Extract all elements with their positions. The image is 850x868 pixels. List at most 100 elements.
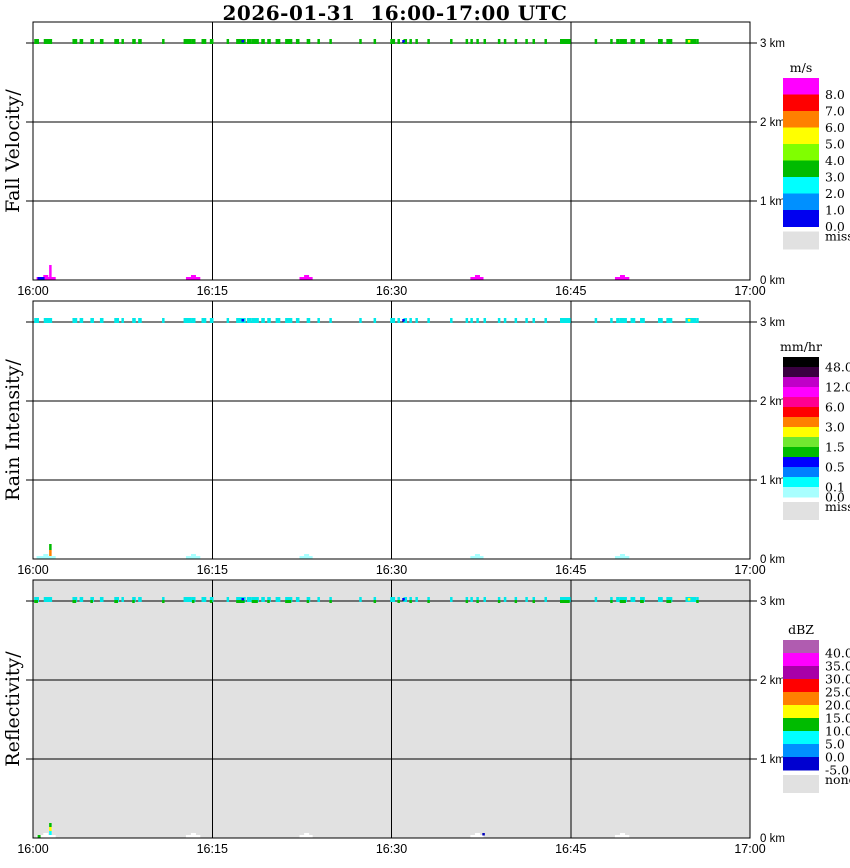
colorbar-value-label: 6.0 <box>825 400 845 415</box>
colorbar-value-label: 3.0 <box>825 420 845 435</box>
colorbar-block <box>783 367 819 378</box>
colorbar-missing-label: miss <box>825 229 850 244</box>
echo-mark <box>373 39 377 44</box>
echo-mark <box>525 39 528 44</box>
colorbar-value-label: 1.0 <box>825 203 845 218</box>
echo-mark <box>497 318 501 323</box>
echo-mark <box>450 39 453 44</box>
echo-mark <box>666 318 673 323</box>
colorbar-missing-label: miss <box>825 499 850 514</box>
echo-mark <box>226 39 230 44</box>
echo-mark <box>191 39 196 44</box>
yaxis-tick-label: 1 km <box>760 475 785 487</box>
surface-mark-bump <box>619 554 625 556</box>
echo-mark <box>236 39 246 44</box>
colorbar-value-label: 7.0 <box>825 104 845 119</box>
colorbar-block <box>783 679 819 693</box>
echo-mark <box>514 39 518 44</box>
echo-mark <box>483 597 487 602</box>
colorbar-value-label: 8.0 <box>825 87 845 102</box>
echo-mark <box>138 39 142 44</box>
echo-mark <box>483 39 487 44</box>
colorbar-block <box>783 653 819 667</box>
echo-mark <box>616 39 620 44</box>
echo-mark <box>285 318 293 323</box>
echo-mark <box>559 39 571 44</box>
echo-mark-secondary <box>476 600 479 603</box>
echo-mark-secondary <box>329 600 332 603</box>
echo-mark-secondary <box>514 600 518 603</box>
echo-mark <box>226 597 230 602</box>
echo-mark <box>34 39 39 44</box>
echo-mark <box>72 318 78 323</box>
surface-mark-bump <box>43 275 49 277</box>
echo-mark <box>246 597 252 602</box>
echo-mark-secondary <box>162 600 165 603</box>
echo-mark-secondary <box>132 600 135 603</box>
echo-mark <box>594 318 598 323</box>
echo-mark <box>470 39 473 44</box>
echo-mark <box>465 39 469 44</box>
echo-mark <box>295 597 300 602</box>
echo-mark <box>251 318 259 323</box>
surface-mark-bump <box>43 554 49 556</box>
echo-mark <box>685 39 697 44</box>
echo-mark <box>285 39 293 44</box>
colorbar-block <box>783 397 819 408</box>
echo-mark <box>497 39 501 44</box>
yaxis-tick-label: 1 km <box>760 754 785 766</box>
plot-canvas: 3 km2 km1 km0 km16:00 16:15 16:30 16:45 17:0… <box>17 21 850 856</box>
echo-mark <box>544 39 547 44</box>
echo-mark-secondary <box>34 600 38 603</box>
colorbar-block <box>783 744 819 758</box>
echo-mark-secondary <box>267 600 270 603</box>
colorbar-block <box>783 447 819 458</box>
echo-mark <box>525 597 528 602</box>
xaxis-tick-label: 17:00 <box>734 842 765 856</box>
surface-spike-segment <box>49 544 52 550</box>
echo-mark <box>610 39 613 44</box>
surface-spike-segment <box>49 269 52 273</box>
echo-mark <box>630 318 636 323</box>
echo-mark <box>275 318 281 323</box>
echo-mark <box>261 318 265 323</box>
echo-mark <box>390 39 396 44</box>
xaxis-tick-label: 16:15 <box>197 842 228 856</box>
echo-mark <box>594 597 598 602</box>
echo-mark <box>246 318 252 323</box>
surface-mark-bump <box>43 833 49 835</box>
yaxis-tick-label: 3 km <box>760 317 785 329</box>
echo-mark <box>397 318 400 323</box>
colorbar-block <box>783 640 819 654</box>
surface-mark-bump <box>474 833 480 835</box>
echo-mark <box>90 39 94 44</box>
yaxis-tick-label: 1 km <box>760 196 785 208</box>
echo-mark <box>483 318 487 323</box>
colorbar-missing-block <box>783 775 819 793</box>
colorbar-block <box>783 94 819 112</box>
echo-mark <box>121 597 124 602</box>
echo-mark <box>685 318 697 323</box>
echo-mark <box>525 318 528 323</box>
surface-spike-segment <box>49 827 52 831</box>
colorbar-block <box>783 160 819 178</box>
echo-mark <box>329 318 332 323</box>
echo-mark-secondary <box>640 600 644 603</box>
echo-mark <box>427 318 430 323</box>
colorbar-title: m/s <box>790 60 812 75</box>
colorbar-block <box>783 377 819 388</box>
echo-mark-secondary <box>532 600 536 603</box>
echo-accent-pixel <box>687 598 691 601</box>
echo-mark <box>43 39 53 44</box>
echo-mark <box>267 39 271 44</box>
echo-mark <box>114 39 120 44</box>
surface-mark-bump <box>304 275 310 277</box>
echo-mark <box>201 318 207 323</box>
echo-mark <box>183 39 192 44</box>
colorbar-value-label: 4.0 <box>825 153 845 168</box>
echo-accent-pixel <box>241 319 245 322</box>
echo-mark <box>559 318 571 323</box>
colorbar-value-label: 5.0 <box>825 137 845 152</box>
echo-mark <box>450 318 453 323</box>
colorbar-value-label: 2.0 <box>825 186 845 201</box>
